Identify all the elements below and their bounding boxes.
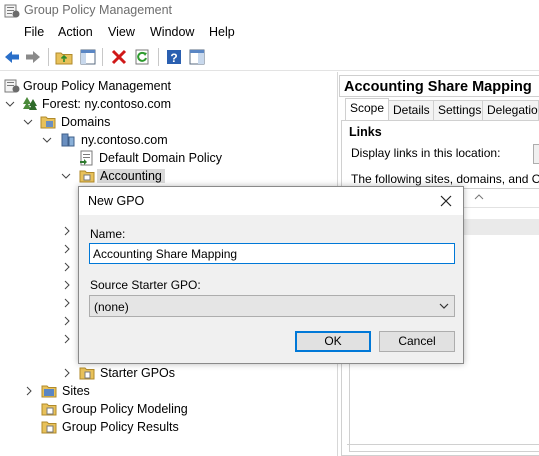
linked-locations-text: The following sites, domains, and OUs a (351, 172, 539, 186)
properties-icon[interactable] (188, 48, 206, 66)
ok-button[interactable]: OK (295, 331, 371, 352)
tab-details[interactable]: Details (388, 100, 435, 120)
tree-item-root[interactable]: Group Policy Management (0, 77, 338, 95)
close-icon[interactable] (435, 191, 457, 211)
toolbar-separator (158, 48, 159, 66)
chevron-down-icon[interactable] (22, 115, 34, 129)
chevron-right-icon[interactable] (62, 315, 72, 327)
sites-icon (41, 385, 57, 398)
dialog-title-bar: New GPO (79, 187, 463, 215)
chevron-down-icon[interactable] (4, 97, 16, 111)
menu-view[interactable]: View (108, 25, 135, 39)
details-lower-section (347, 444, 539, 456)
menu-help[interactable]: Help (209, 25, 235, 39)
link-location-dropdown[interactable] (533, 144, 539, 164)
gpmc-icon (4, 79, 20, 93)
modeling-icon (41, 403, 57, 416)
toolbar: ? (0, 43, 539, 71)
chevron-right-icon[interactable] (62, 279, 72, 291)
tree-label: ny.contoso.com (81, 133, 168, 147)
tree-label: Default Domain Policy (99, 151, 222, 165)
chevron-right-icon[interactable] (62, 243, 72, 255)
tree-item-starter-gpos[interactable]: Starter GPOs (0, 364, 338, 382)
starter-gpo-select[interactable]: (none) (89, 295, 455, 317)
tree-item-modeling[interactable]: Group Policy Modeling (0, 400, 338, 418)
back-arrow-icon[interactable] (3, 48, 21, 66)
gpo-link-icon (80, 150, 93, 166)
details-header: Accounting Share Mapping (339, 75, 539, 97)
details-title: Accounting Share Mapping (344, 79, 532, 95)
tab-scope[interactable]: Scope (345, 98, 390, 121)
gpmc-app-icon (4, 4, 20, 18)
tree-label: Group Policy Management (23, 79, 171, 93)
title-bar: Group Policy Management (0, 0, 539, 22)
svg-text:?: ? (170, 51, 177, 65)
domains-folder-icon (40, 116, 56, 129)
cancel-button[interactable]: Cancel (379, 331, 455, 352)
menu-action[interactable]: Action (58, 25, 93, 39)
links-heading: Links (349, 125, 382, 139)
tree-item-domain[interactable]: ny.contoso.com (0, 131, 338, 149)
tree-item-results[interactable]: Group Policy Results (0, 418, 338, 436)
chevron-down-icon (439, 303, 449, 309)
sort-ascending-icon (474, 194, 484, 200)
tree-label: Accounting (97, 169, 165, 183)
tree-label: Forest: ny.contoso.com (42, 97, 171, 111)
chevron-right-icon[interactable] (23, 384, 35, 398)
tree-label: Domains (61, 115, 111, 129)
domain-icon (61, 133, 75, 147)
tree-item-sites[interactable]: Sites (0, 382, 338, 400)
tree-label: Starter GPOs (100, 366, 176, 380)
tree-item-default-domain-policy[interactable]: Default Domain Policy (0, 149, 338, 167)
dialog-title: New GPO (88, 194, 145, 208)
toolbar-separator (48, 48, 49, 66)
chevron-right-icon[interactable] (62, 297, 72, 309)
ou-folder-icon (79, 170, 95, 183)
toolbar-separator (102, 48, 103, 66)
chevron-right-icon[interactable] (61, 366, 73, 380)
tab-settings[interactable]: Settings (433, 100, 487, 120)
tab-delegation[interactable]: Delegation (482, 100, 539, 120)
chevron-down-icon[interactable] (41, 133, 53, 147)
tree-label: Group Policy Modeling (62, 402, 188, 416)
tree-label: Sites (62, 384, 90, 398)
menu-window[interactable]: Window (150, 25, 194, 39)
menu-file[interactable]: File (24, 25, 44, 39)
forward-arrow-icon[interactable] (24, 48, 42, 66)
results-icon (41, 421, 57, 434)
name-label: Name: (90, 227, 126, 241)
display-links-label: Display links in this location: (351, 146, 501, 160)
tree-item-forest[interactable]: Forest: ny.contoso.com (0, 95, 338, 113)
chevron-right-icon[interactable] (62, 225, 72, 237)
menu-bar: File Action View Window Help (0, 22, 539, 43)
new-gpo-dialog: New GPO Name: Source Starter GPO: (none)… (78, 186, 464, 364)
starter-gpos-folder-icon (79, 367, 95, 380)
gpo-name-input[interactable] (89, 243, 455, 264)
show-hide-tree-icon[interactable] (79, 48, 97, 66)
starter-gpo-label: Source Starter GPO: (90, 278, 201, 292)
refresh-icon[interactable] (134, 48, 152, 66)
up-folder-icon[interactable] (55, 48, 73, 66)
chevron-down-icon[interactable] (60, 169, 72, 183)
help-icon[interactable]: ? (165, 48, 183, 66)
tree-label: Group Policy Results (62, 420, 179, 434)
tree-item-accounting[interactable]: Accounting (0, 167, 338, 185)
starter-gpo-value: (none) (94, 300, 129, 314)
forest-icon (23, 97, 37, 110)
delete-icon[interactable] (110, 48, 128, 66)
window-title: Group Policy Management (24, 3, 172, 17)
chevron-right-icon[interactable] (62, 261, 72, 273)
tree-item-domains[interactable]: Domains (0, 113, 338, 131)
chevron-right-icon[interactable] (62, 333, 72, 345)
